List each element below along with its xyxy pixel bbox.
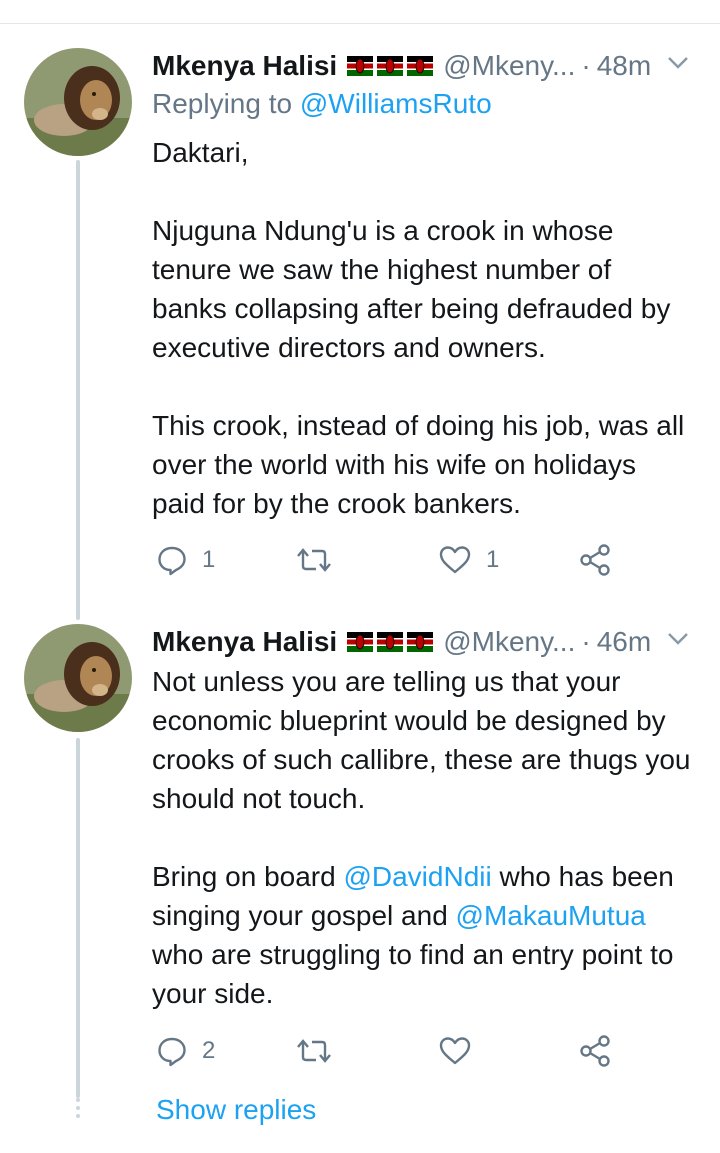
kenya-flag-icon <box>407 56 434 76</box>
retweet-button[interactable] <box>296 540 346 580</box>
share-button[interactable] <box>578 540 612 580</box>
reply-count: 1 <box>202 546 216 573</box>
kenya-flag-icon <box>377 56 404 76</box>
timestamp[interactable]: 48m <box>597 50 651 82</box>
tweet-actions: 2 <box>156 1031 616 1071</box>
tweet-paragraph: Not unless you are telling us that your … <box>152 666 691 814</box>
like-count: 1 <box>486 546 500 573</box>
heart-icon <box>439 1037 471 1065</box>
separator-dot: · <box>581 626 591 657</box>
reply-button[interactable]: 1 <box>156 540 215 580</box>
tweet-paragraph: This crook, instead of doing his job, wa… <box>152 410 685 519</box>
author-name[interactable]: Mkenya Halisi <box>152 50 337 82</box>
avatar[interactable] <box>24 48 132 156</box>
kenya-flag-icon <box>377 632 404 652</box>
kenya-flag-icon <box>347 632 374 652</box>
tweet-header: Mkenya Halisi @Mkeny... · 46m <box>152 622 690 662</box>
retweet-icon <box>297 1039 331 1063</box>
kenya-flag-icon <box>347 56 374 76</box>
thread-line <box>76 738 80 1098</box>
retweet-button[interactable] <box>296 1031 346 1071</box>
replying-to: Replying to @WilliamsRuto <box>152 88 492 120</box>
thread-more-dots <box>76 1098 80 1122</box>
avatar[interactable] <box>24 624 132 732</box>
top-divider <box>0 23 720 24</box>
tweet-paragraph: Daktari, <box>152 137 249 168</box>
reply-icon <box>158 1037 186 1067</box>
text-segment: who are struggling to find an entry poin… <box>152 939 674 1009</box>
replying-to-handle-link[interactable]: @WilliamsRuto <box>300 88 492 119</box>
share-icon <box>580 544 610 576</box>
author-name[interactable]: Mkenya Halisi <box>152 626 337 658</box>
chevron-down-icon[interactable] <box>666 54 690 72</box>
tweet-actions: 1 1 <box>156 540 616 580</box>
chevron-down-icon[interactable] <box>666 630 690 648</box>
heart-icon <box>439 546 471 574</box>
share-button[interactable] <box>578 1031 612 1071</box>
tweet-paragraph: Bring on board @DavidNdii who has been s… <box>152 857 692 1013</box>
tweet-header: Mkenya Halisi @Mkeny... · 48m <box>152 46 690 86</box>
reply-count: 2 <box>202 1037 216 1064</box>
kenya-flag-icon <box>407 632 434 652</box>
share-icon <box>580 1035 610 1067</box>
mention-link-davidndii[interactable]: @DavidNdii <box>343 861 491 892</box>
like-button[interactable] <box>438 1031 486 1071</box>
author-handle[interactable]: @Mkeny... <box>443 626 575 658</box>
replying-to-prefix: Replying to <box>152 88 293 119</box>
reply-icon <box>158 546 186 576</box>
tweet-paragraph: Njuguna Ndung'u is a crook in whose tenu… <box>152 215 671 363</box>
thread-line <box>76 160 80 620</box>
mention-link-makaumutua[interactable]: @MakauMutua <box>456 900 646 931</box>
separator-dot: · <box>581 50 591 81</box>
author-handle[interactable]: @Mkeny... <box>443 50 575 82</box>
text-segment: Bring on board <box>152 861 344 892</box>
tweet-text: Daktari, Njuguna Ndung'u is a crook in w… <box>152 133 692 523</box>
timestamp[interactable]: 46m <box>597 626 651 658</box>
reply-button[interactable]: 2 <box>156 1031 215 1071</box>
show-replies-link[interactable]: Show replies <box>156 1094 316 1126</box>
flag-emojis <box>343 56 434 76</box>
like-button[interactable]: 1 <box>438 540 499 580</box>
retweet-icon <box>297 548 331 572</box>
tweet-text: Not unless you are telling us that your … <box>152 662 692 1013</box>
flag-emojis <box>343 632 434 652</box>
